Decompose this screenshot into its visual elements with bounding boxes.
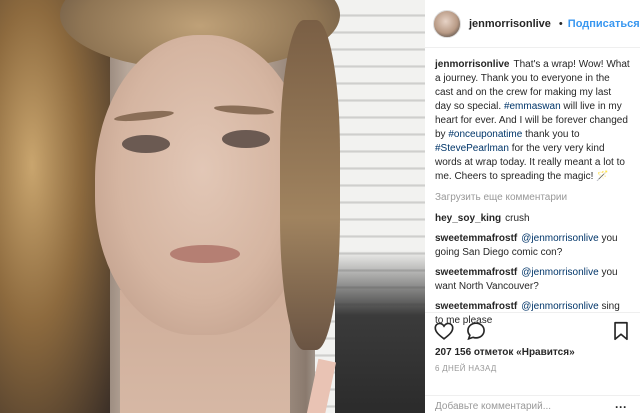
caption-username[interactable]: jenmorrisonlive — [435, 59, 509, 70]
comment-icon[interactable] — [465, 320, 487, 342]
post-timestamp[interactable]: 6 дней назад — [425, 360, 640, 377]
hashtag-link[interactable]: #onceuponatime — [448, 129, 522, 140]
comment-username[interactable]: hey_soy_king — [435, 213, 501, 224]
comment-username[interactable]: sweetemmafrostf — [435, 301, 517, 312]
load-more-comments-link[interactable]: Загрузить еще комментарии — [435, 191, 630, 205]
likes-count[interactable]: 207 156 отметок «Нравится» — [425, 345, 640, 360]
more-options-button[interactable]: ··· — [615, 400, 627, 413]
post-caption: jenmorrisonlive That's a wrap! Wow! What … — [435, 58, 630, 184]
comment-input[interactable] — [435, 401, 615, 412]
photo-hair-right — [280, 20, 340, 350]
mention-link[interactable]: @jenmorrisonlive — [521, 233, 598, 244]
post-username[interactable]: jenmorrisonlive — [469, 18, 551, 30]
comment-username[interactable]: sweetemmafrostf — [435, 233, 517, 244]
comment-item: hey_soy_king crush — [435, 212, 630, 226]
comment-item: sweetemmafrostf @jenmorrisonlive you want… — [435, 266, 630, 294]
hashtag-link[interactable]: #emmaswan — [504, 101, 561, 112]
photo-eye-right — [222, 130, 270, 148]
comment-username[interactable]: sweetemmafrostf — [435, 267, 517, 278]
mention-link[interactable]: @jenmorrisonlive — [521, 301, 598, 312]
post-side-panel: jenmorrisonlive • Подписаться jenmorriso… — [425, 0, 640, 413]
photo-hair — [0, 0, 110, 413]
comment-text: crush — [505, 213, 530, 224]
post-actions — [425, 313, 640, 345]
caption-text-3: thank you to — [522, 129, 580, 140]
comments-list: jenmorrisonlive That's a wrap! Wow! What … — [425, 48, 640, 328]
hashtag-link[interactable]: #StevePearlman — [435, 143, 509, 154]
post-footer: 207 156 отметок «Нравится» 6 дней назад … — [425, 312, 640, 413]
photo-face — [95, 35, 310, 335]
follow-button[interactable]: Подписаться — [568, 18, 640, 30]
photo-eye-left — [122, 135, 170, 153]
bookmark-icon[interactable] — [610, 320, 632, 342]
post-photo[interactable] — [0, 0, 425, 413]
header-separator-dot: • — [558, 17, 563, 30]
photo-background-shadow — [335, 250, 425, 413]
comment-item: sweetemmafrostf @jenmorrisonlive you goin… — [435, 232, 630, 260]
mention-link[interactable]: @jenmorrisonlive — [521, 267, 598, 278]
avatar[interactable] — [433, 9, 461, 38]
add-comment-bar: ··· — [425, 395, 640, 413]
photo-lips — [170, 245, 240, 263]
heart-icon[interactable] — [433, 320, 455, 342]
post-header: jenmorrisonlive • Подписаться — [425, 0, 640, 48]
